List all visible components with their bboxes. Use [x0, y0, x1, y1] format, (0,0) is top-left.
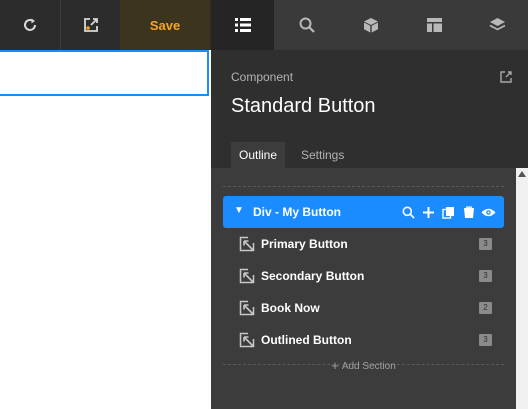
visibility-eye-icon[interactable]: [481, 204, 496, 220]
component-link-icon: [239, 268, 255, 284]
top-toolbar: Save: [0, 0, 528, 50]
selected-element-outline[interactable]: [0, 50, 209, 96]
delete-icon[interactable]: [461, 204, 476, 220]
refresh-icon: [24, 18, 36, 31]
add-section-label: Add Section: [341, 361, 396, 372]
outline-scrollbar[interactable]: [516, 168, 528, 409]
count-badge: 3: [479, 238, 492, 250]
outline-item-label: Outlined Button: [261, 333, 352, 347]
layers-icon: [489, 18, 506, 31]
count-badge: 3: [479, 334, 492, 346]
outline-item[interactable]: Outlined Button 3: [223, 324, 504, 356]
tab-layers[interactable]: [467, 0, 528, 50]
layout-icon: [427, 18, 442, 32]
outline-item-label: Primary Button: [261, 237, 348, 251]
open-external-button[interactable]: [61, 0, 120, 50]
outline-item-label: Secondary Button: [261, 269, 365, 283]
expand-arrow-icon[interactable]: ▼: [234, 205, 244, 216]
outline-item[interactable]: Book Now 2: [223, 292, 504, 324]
cube-icon: [363, 18, 378, 33]
component-title: Standard Button: [231, 95, 376, 117]
component-label: Component: [231, 70, 294, 84]
root-actions: [401, 204, 496, 220]
plus-icon: +: [331, 358, 339, 373]
panel-tab-bar: [211, 0, 528, 50]
outline-list-icon: [234, 18, 251, 32]
scroll-up-arrow-icon[interactable]: [518, 171, 526, 177]
tab-components[interactable]: [339, 0, 402, 50]
count-badge: 3: [479, 270, 492, 282]
outline-root-item[interactable]: ▼ Div - My Button: [223, 196, 504, 228]
tab-outline[interactable]: [211, 0, 274, 50]
tab-settings[interactable]: Settings: [293, 142, 352, 168]
component-link-icon: [239, 300, 255, 316]
drop-zone-divider: [223, 186, 504, 187]
component-link-icon: [239, 236, 255, 252]
outline-root-label: Div - My Button: [253, 205, 341, 219]
search-icon: [299, 17, 315, 33]
design-canvas[interactable]: [0, 50, 211, 409]
duplicate-icon[interactable]: [441, 204, 456, 220]
outline-tree: ▼ Div - My Button Primary Button 3 Secon…: [211, 168, 516, 409]
refresh-button[interactable]: [0, 0, 60, 50]
search-icon[interactable]: [401, 204, 416, 220]
open-external-icon: [83, 18, 98, 32]
save-button[interactable]: Save: [120, 0, 210, 50]
component-panel: Component Standard Button Outline Settin…: [211, 50, 528, 409]
outline-item-label: Book Now: [261, 301, 320, 315]
open-external-icon[interactable]: [499, 70, 513, 84]
add-section-button[interactable]: + Add Section: [211, 358, 516, 373]
count-badge: 2: [479, 302, 492, 314]
outline-item[interactable]: Primary Button 3: [223, 228, 504, 260]
tab-outline-view[interactable]: Outline: [231, 142, 286, 168]
tab-search[interactable]: [275, 0, 338, 50]
component-link-icon: [239, 332, 255, 348]
outline-item[interactable]: Secondary Button 3: [223, 260, 504, 292]
add-icon[interactable]: [421, 204, 436, 220]
tab-layout[interactable]: [403, 0, 466, 50]
